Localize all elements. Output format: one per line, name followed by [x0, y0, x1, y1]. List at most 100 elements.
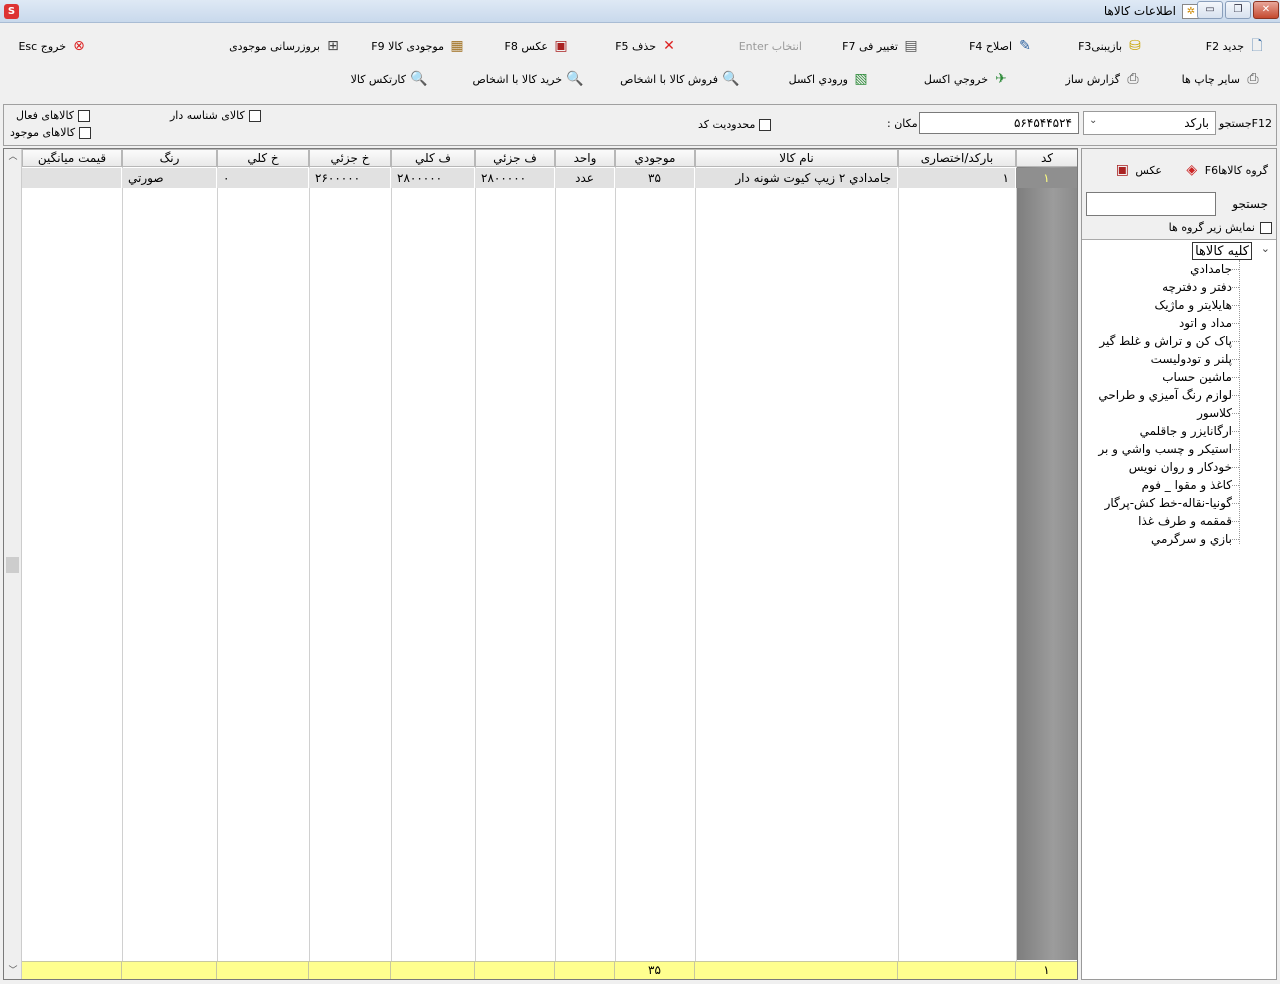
- title-bar: S ✲ اطلاعات کالاها ▭ ❐ ✕: [0, 0, 1280, 23]
- edit-icon: ✎: [1019, 38, 1031, 54]
- header-unit[interactable]: واحد: [555, 149, 615, 167]
- groups-button[interactable]: گروه کالاهاF6 ◈: [1183, 159, 1268, 181]
- tree-item[interactable]: پلنر و تودوليست: [1151, 350, 1232, 368]
- header-buy-whole[interactable]: خ کلي: [217, 149, 309, 167]
- box-icon: ▦: [450, 38, 464, 54]
- code-limit-checkbox[interactable]: محدودیت کد: [698, 118, 772, 131]
- group-search-input[interactable]: [1086, 192, 1216, 216]
- in-stock-checkbox[interactable]: کالاهای موجود: [10, 126, 92, 139]
- cell-name[interactable]: جامدادي ۲ زيپ کيوت شونه دار: [695, 168, 898, 188]
- restore-record-button[interactable]: ⛁ بازیبنیF3: [1078, 35, 1144, 57]
- cell-code[interactable]: ۱: [1016, 168, 1077, 188]
- tree-item[interactable]: جامدادي: [1190, 260, 1232, 278]
- scroll-down-icon[interactable]: ﹀: [4, 963, 22, 979]
- restore-button[interactable]: ❐: [1225, 1, 1251, 19]
- tree-item[interactable]: گونيا-نقاله-خط کش-پرگار: [1105, 494, 1232, 512]
- footer-code-count: ۱: [1016, 961, 1077, 979]
- chevron-down-icon: ⌄: [1089, 115, 1098, 126]
- cell-buy-part[interactable]: ۲۶۰۰۰۰۰: [309, 168, 391, 188]
- tree-item[interactable]: ماشين حساب: [1162, 368, 1232, 386]
- search-field-select[interactable]: بارکد ⌄: [1083, 111, 1216, 135]
- photo-button[interactable]: ▣ عکس F8: [505, 35, 571, 57]
- header-sell-whole[interactable]: ف کلي: [391, 149, 475, 167]
- cell-color[interactable]: صورتي: [122, 168, 217, 188]
- cell-barcode[interactable]: ۱: [898, 168, 1016, 188]
- items-grid[interactable]: ︿ ﹀ کد بارکد/اختصاری نام کالا موجودي واح…: [3, 148, 1078, 980]
- new-button[interactable]: 🗋 جدید F2: [1206, 35, 1266, 57]
- footer-cell: [122, 961, 217, 979]
- active-items-check[interactable]: [78, 109, 91, 122]
- tree-item[interactable]: استيکر و چسب واشي و بر: [1098, 440, 1232, 458]
- buy-with-persons-button[interactable]: 🔍 خرید کالا با اشخاص: [473, 68, 585, 90]
- stock-button[interactable]: ▦ موجودی کالا F9: [371, 35, 466, 57]
- chevron-down-icon[interactable]: ⌄: [1261, 242, 1270, 255]
- cell-sell-part[interactable]: ۲۸۰۰۰۰۰: [475, 168, 555, 188]
- active-items-checkbox[interactable]: کالاهای فعال: [16, 109, 91, 122]
- excel-import-icon: ▧: [854, 71, 868, 87]
- scroll-up-icon[interactable]: ︿: [4, 149, 22, 165]
- sell-with-persons-button[interactable]: 🔍 فروش کالا با اشخاص: [620, 68, 740, 90]
- header-barcode[interactable]: بارکد/اختصاری: [898, 149, 1016, 167]
- tree-item[interactable]: هايلايتر و ماژيک: [1155, 296, 1232, 314]
- cell-avg-price[interactable]: [22, 168, 122, 188]
- tree-item[interactable]: دفتر و دفترچه: [1162, 278, 1232, 296]
- show-subgroups-checkbox[interactable]: نمایش زیر گروه ها: [1169, 221, 1272, 234]
- other-prints-button[interactable]: ⎙ سایر چاپ ها: [1182, 68, 1262, 90]
- vertical-scrollbar[interactable]: ︿ ﹀: [4, 149, 22, 979]
- edit-button[interactable]: ✎ اصلاح F4: [969, 35, 1034, 57]
- change-price-button[interactable]: ▤ تغییر فی F7: [842, 35, 920, 57]
- cell-stock[interactable]: ۳۵: [615, 168, 695, 188]
- excel-import-button[interactable]: ▧ ورودي اکسل: [789, 68, 870, 90]
- in-stock-check[interactable]: [79, 126, 92, 139]
- show-subgroups-check[interactable]: [1260, 221, 1272, 234]
- group-photo-button[interactable]: عکس ▣: [1113, 159, 1162, 181]
- tree-item[interactable]: لوازم رنگ آميزي و طراحي: [1098, 386, 1232, 404]
- select-button[interactable]: انتخاب Enter: [739, 35, 802, 57]
- footer-cell: [695, 961, 898, 979]
- tree-item[interactable]: کاغذ و مقوا _ فوم: [1142, 476, 1232, 494]
- window-title: اطلاعات کالاها: [1103, 4, 1176, 18]
- update-stock-button[interactable]: ⊞ بروزرسانی موجودی: [229, 35, 342, 57]
- tree-item[interactable]: مداد و اتود: [1179, 314, 1232, 332]
- footer-cell: [898, 961, 1016, 979]
- tree-item[interactable]: پاک کن و تراش و غلط گير: [1099, 332, 1232, 350]
- excel-export-button[interactable]: ✈ خروجي اکسل: [924, 68, 1010, 90]
- header-stock[interactable]: موجودي: [615, 149, 695, 167]
- search-label: F12جستجو: [1218, 117, 1272, 130]
- code-column-shade: [1016, 167, 1077, 960]
- delete-button[interactable]: ✕ حذف F5: [615, 35, 678, 57]
- search-input[interactable]: ۵۶۴۵۴۴۵۲۴: [919, 112, 1079, 134]
- cell-sell-whole[interactable]: ۲۸۰۰۰۰۰: [391, 168, 475, 188]
- tree-root[interactable]: کلیه کالاها: [1192, 242, 1252, 260]
- cell-unit[interactable]: عدد: [555, 168, 615, 188]
- close-button[interactable]: ✕: [1253, 1, 1279, 19]
- serial-checkbox[interactable]: کالای شناسه دار: [170, 109, 261, 122]
- tree-item[interactable]: کلاسور: [1197, 404, 1232, 422]
- place-label: مکان :: [887, 117, 918, 130]
- report-search-icon: 🔍: [722, 71, 740, 87]
- tree-item[interactable]: بازي و سرگرمي: [1151, 530, 1232, 548]
- groups-tree[interactable]: ⌄ کلیه کالاها جامدادي دفتر و دفترچه هايلاي…: [1082, 239, 1276, 979]
- tree-item[interactable]: ارگانايزر و جاقلمي: [1140, 422, 1232, 440]
- footer-cell: [22, 961, 122, 979]
- tree-item[interactable]: قمقمه و طرف غذا: [1138, 512, 1232, 530]
- exit-button[interactable]: ⊗ خروج Esc: [18, 35, 88, 57]
- report-builder-button[interactable]: ⎙ گزارش ساز: [1066, 68, 1142, 90]
- minimize-button[interactable]: ▭: [1197, 1, 1223, 19]
- cardex-button[interactable]: 🔍 کارتکس کالا: [351, 68, 428, 90]
- groups-panel: گروه کالاهاF6 ◈ عکس ▣ جستجو نمایش زیر گر…: [1081, 148, 1277, 980]
- serial-check[interactable]: [248, 109, 261, 122]
- search-panel: F12جستجو بارکد ⌄ ۵۶۴۵۴۴۵۲۴ مکان : محدودی…: [3, 104, 1277, 146]
- header-avg-price[interactable]: قيمت ميانگين: [22, 149, 122, 167]
- header-color[interactable]: رنگ: [122, 149, 217, 167]
- cell-buy-whole[interactable]: ۰: [217, 168, 309, 188]
- header-sell-part[interactable]: ف جزئي: [475, 149, 555, 167]
- adjust-icon: ⊞: [327, 38, 339, 54]
- header-code[interactable]: کد: [1016, 149, 1077, 167]
- code-limit-check[interactable]: [759, 118, 772, 131]
- tree-item[interactable]: خودکار و روان نويس: [1129, 458, 1232, 476]
- header-name[interactable]: نام کالا: [695, 149, 898, 167]
- header-buy-part[interactable]: خ جزئي: [309, 149, 391, 167]
- scroll-thumb[interactable]: [6, 557, 19, 573]
- groups-icon: ◈: [1186, 162, 1198, 178]
